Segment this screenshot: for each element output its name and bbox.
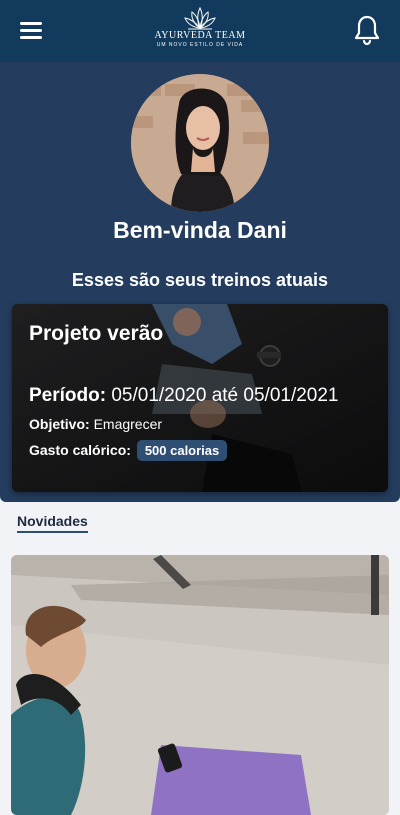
- workout-goal: Objetivo: Emagrecer: [29, 416, 162, 432]
- workout-title: Projeto verão: [29, 322, 164, 345]
- workouts-subtitle: Esses são seus treinos atuais: [71, 270, 329, 290]
- calories-label: Gasto calórico:: [29, 442, 131, 458]
- lotus-icon: [184, 6, 216, 30]
- avatar[interactable]: [131, 74, 269, 212]
- period-value: 05/01/2020 até 05/01/2021: [111, 385, 339, 406]
- workout-calories: Gasto calórico: 500 calorias: [29, 440, 228, 461]
- welcome-section: Bem-vinda Dani Esses são seus treinos at…: [0, 62, 400, 502]
- brand-tagline: UM NOVO ESTILO DE VIDA: [156, 42, 244, 48]
- brand-name: AYURVEDA TEAM: [154, 30, 246, 41]
- brand-logo: AYURVEDA TEAM UM NOVO ESTILO DE VIDA: [150, 6, 250, 56]
- workout-period: Período: 05/01/2020 até 05/01/2021: [29, 385, 339, 407]
- goal-label: Objetivo:: [29, 416, 90, 432]
- goal-value: Emagrecer: [93, 416, 163, 432]
- workout-card[interactable]: Projeto verão Período: 05/01/2020 até 05…: [12, 304, 388, 492]
- bell-icon[interactable]: [354, 14, 380, 46]
- period-label: Período:: [29, 385, 107, 406]
- app-header: AYURVEDA TEAM UM NOVO ESTILO DE VIDA: [0, 0, 400, 62]
- calories-badge: 500 calorias: [136, 440, 228, 461]
- greeting-heading: Bem-vinda Dani: [113, 217, 287, 243]
- hamburger-menu-icon[interactable]: [20, 22, 42, 40]
- tab-novidades[interactable]: Novidades: [17, 513, 88, 533]
- news-card[interactable]: [11, 555, 389, 815]
- news-image: [11, 555, 389, 815]
